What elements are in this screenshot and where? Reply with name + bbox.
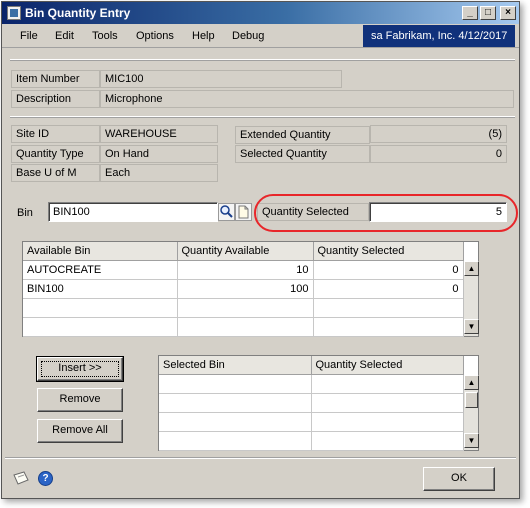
ok-button[interactable]: OK <box>423 467 495 491</box>
menu-options[interactable]: Options <box>136 30 174 42</box>
cell-available-bin[interactable]: BIN100 <box>23 279 178 299</box>
site-id-value: WAREHOUSE <box>100 125 218 143</box>
cell-quantity-selected[interactable] <box>311 393 464 413</box>
item-number-value: MIC100 <box>100 70 342 88</box>
new-document-icon[interactable] <box>235 203 252 221</box>
selected-quantity-label: Selected Quantity <box>235 145 370 163</box>
column-header-quantity-selected[interactable]: Quantity Selected <box>311 356 464 375</box>
menu-edit[interactable]: Edit <box>55 30 74 42</box>
highlight-oval <box>254 194 518 232</box>
window-title: Bin Quantity Entry <box>25 6 131 20</box>
footer-divider <box>5 457 516 459</box>
available-grid-scrollbar[interactable]: ▲ ▼ <box>463 261 479 336</box>
description-label: Description <box>11 90 100 108</box>
close-button[interactable]: × <box>500 6 516 20</box>
cell-quantity-available[interactable] <box>177 298 314 318</box>
divider <box>10 59 515 61</box>
help-icon[interactable]: ? <box>38 471 53 486</box>
column-header-selected-bin[interactable]: Selected Bin <box>159 356 312 375</box>
table-row[interactable]: AUTOCREATE 10 0 <box>23 260 464 280</box>
extended-quantity-label: Extended Quantity <box>235 126 370 144</box>
bin-quantity-entry-window: Bin Quantity Entry _ □ × File Edit Tools… <box>1 1 520 499</box>
title-bar[interactable]: Bin Quantity Entry _ □ × <box>2 2 519 24</box>
scroll-up-button[interactable]: ▲ <box>464 375 479 390</box>
quantity-type-label: Quantity Type <box>11 145 100 163</box>
cell-quantity-selected[interactable] <box>313 317 464 337</box>
cell-quantity-available[interactable]: 100 <box>177 279 314 299</box>
cell-selected-bin[interactable] <box>159 393 312 413</box>
app-window-icon <box>7 6 21 20</box>
table-row[interactable] <box>159 431 464 451</box>
cell-available-bin[interactable] <box>23 298 178 318</box>
base-uofm-label: Base U of M <box>11 164 100 182</box>
table-row[interactable] <box>159 374 464 394</box>
scroll-down-button[interactable]: ▼ <box>464 433 479 448</box>
table-row[interactable] <box>159 393 464 413</box>
cell-quantity-selected[interactable]: 0 <box>313 260 464 280</box>
selected-quantity-value: 0 <box>370 145 507 163</box>
scroll-thumb[interactable] <box>465 392 478 408</box>
remove-button[interactable]: Remove <box>37 388 123 412</box>
note-icon[interactable] <box>12 470 30 486</box>
column-header-available-bin[interactable]: Available Bin <box>23 242 178 261</box>
user-company-date: sa Fabrikam, Inc. 4/12/2017 <box>363 25 515 47</box>
menu-debug[interactable]: Debug <box>232 30 264 42</box>
cell-selected-bin[interactable] <box>159 374 312 394</box>
cell-quantity-available[interactable]: 10 <box>177 260 314 280</box>
available-bins-grid: Available Bin Quantity Available Quantit… <box>22 241 479 337</box>
table-row[interactable]: BIN100 100 0 <box>23 279 464 299</box>
bin-input[interactable]: BIN100 <box>48 202 218 222</box>
site-id-label: Site ID <box>11 125 100 143</box>
selected-grid-scrollbar[interactable]: ▲ ▼ <box>463 375 479 450</box>
extended-quantity-value: (5) <box>370 125 507 143</box>
menu-tools[interactable]: Tools <box>92 30 118 42</box>
description-value: Microphone <box>100 90 514 108</box>
cell-available-bin[interactable] <box>23 317 178 337</box>
cell-selected-bin[interactable] <box>159 412 312 432</box>
remove-all-button[interactable]: Remove All <box>37 419 123 443</box>
menu-bar: File Edit Tools Options Help Debug sa Fa… <box>2 24 519 48</box>
insert-button[interactable]: Insert >> <box>36 356 124 382</box>
divider <box>10 116 515 118</box>
table-row[interactable] <box>23 298 464 318</box>
magnifier-icon[interactable] <box>218 203 235 221</box>
column-header-quantity-selected[interactable]: Quantity Selected <box>313 242 464 261</box>
selected-bins-grid: Selected Bin Quantity Selected ▲ ▼ <box>158 355 479 451</box>
cell-quantity-selected[interactable] <box>313 298 464 318</box>
table-header-row: Selected Bin Quantity Selected <box>159 356 464 375</box>
cell-quantity-available[interactable] <box>177 317 314 337</box>
quantity-type-value: On Hand <box>100 145 218 163</box>
column-header-quantity-available[interactable]: Quantity Available <box>177 242 314 261</box>
table-row[interactable] <box>23 317 464 337</box>
minimize-button[interactable]: _ <box>462 6 478 20</box>
cell-selected-bin[interactable] <box>159 431 312 451</box>
scroll-up-button[interactable]: ▲ <box>464 261 479 276</box>
item-number-label: Item Number <box>11 70 100 88</box>
cell-quantity-selected[interactable]: 0 <box>313 279 464 299</box>
scroll-down-button[interactable]: ▼ <box>464 319 479 334</box>
bin-label: Bin <box>17 207 33 219</box>
table-header-row: Available Bin Quantity Available Quantit… <box>23 242 464 261</box>
menu-help[interactable]: Help <box>192 30 215 42</box>
menu-file[interactable]: File <box>20 30 38 42</box>
table-row[interactable] <box>159 412 464 432</box>
cell-quantity-selected[interactable] <box>311 374 464 394</box>
base-uofm-value: Each <box>100 164 218 182</box>
cell-quantity-selected[interactable] <box>311 431 464 451</box>
maximize-button[interactable]: □ <box>480 6 496 20</box>
cell-available-bin[interactable]: AUTOCREATE <box>23 260 178 280</box>
cell-quantity-selected[interactable] <box>311 412 464 432</box>
